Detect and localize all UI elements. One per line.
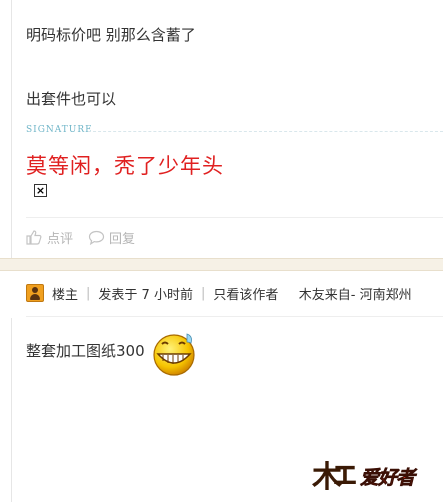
left-border <box>11 318 12 502</box>
post-separator-band <box>0 258 443 271</box>
divider <box>26 217 443 218</box>
signature-text: 莫等闲，秃了少年头 <box>26 154 224 178</box>
left-border <box>11 0 12 258</box>
grinning-emoji-icon <box>153 333 195 376</box>
divider <box>26 316 443 317</box>
post-source: 木友来自- 河南郑州 <box>298 287 412 303</box>
separator: | <box>200 285 206 301</box>
site-logo-watermark: 木 工 爱好者 <box>312 460 440 496</box>
author-avatar[interactable] <box>26 284 44 302</box>
only-author-link[interactable]: 只看该作者 <box>213 284 278 303</box>
spacer: | <box>286 286 290 301</box>
author-role: 楼主 <box>52 287 79 303</box>
logo-char: 工 <box>333 464 357 490</box>
thumb-up-icon <box>26 229 42 245</box>
dashed-line <box>88 131 443 132</box>
post-text-line: 明码标价吧 别那么含蓄了 <box>26 26 196 44</box>
post-text-line: 出套件也可以 <box>26 90 117 108</box>
signature-label: SIGNATURE <box>26 125 93 135</box>
comment-button[interactable]: 点评 <box>26 228 74 247</box>
signature-divider: SIGNATURE <box>26 125 443 137</box>
post-time: 发表于 7 小时前 <box>98 287 193 303</box>
speech-bubble-icon <box>88 230 105 245</box>
logo-text: 爱好者 <box>360 467 416 490</box>
post-content: 整套加工图纸300 <box>26 342 145 360</box>
reply-label: 回复 <box>109 231 136 247</box>
post-meta-bar: 楼主 | 发表于 7 小时前 | 只看该作者 | 木友来自- 河南郑州 <box>26 282 412 304</box>
separator: | <box>86 285 91 301</box>
reply-button[interactable]: 回复 <box>88 228 136 247</box>
comment-label: 点评 <box>47 231 74 247</box>
broken-image-icon: × <box>34 184 47 197</box>
